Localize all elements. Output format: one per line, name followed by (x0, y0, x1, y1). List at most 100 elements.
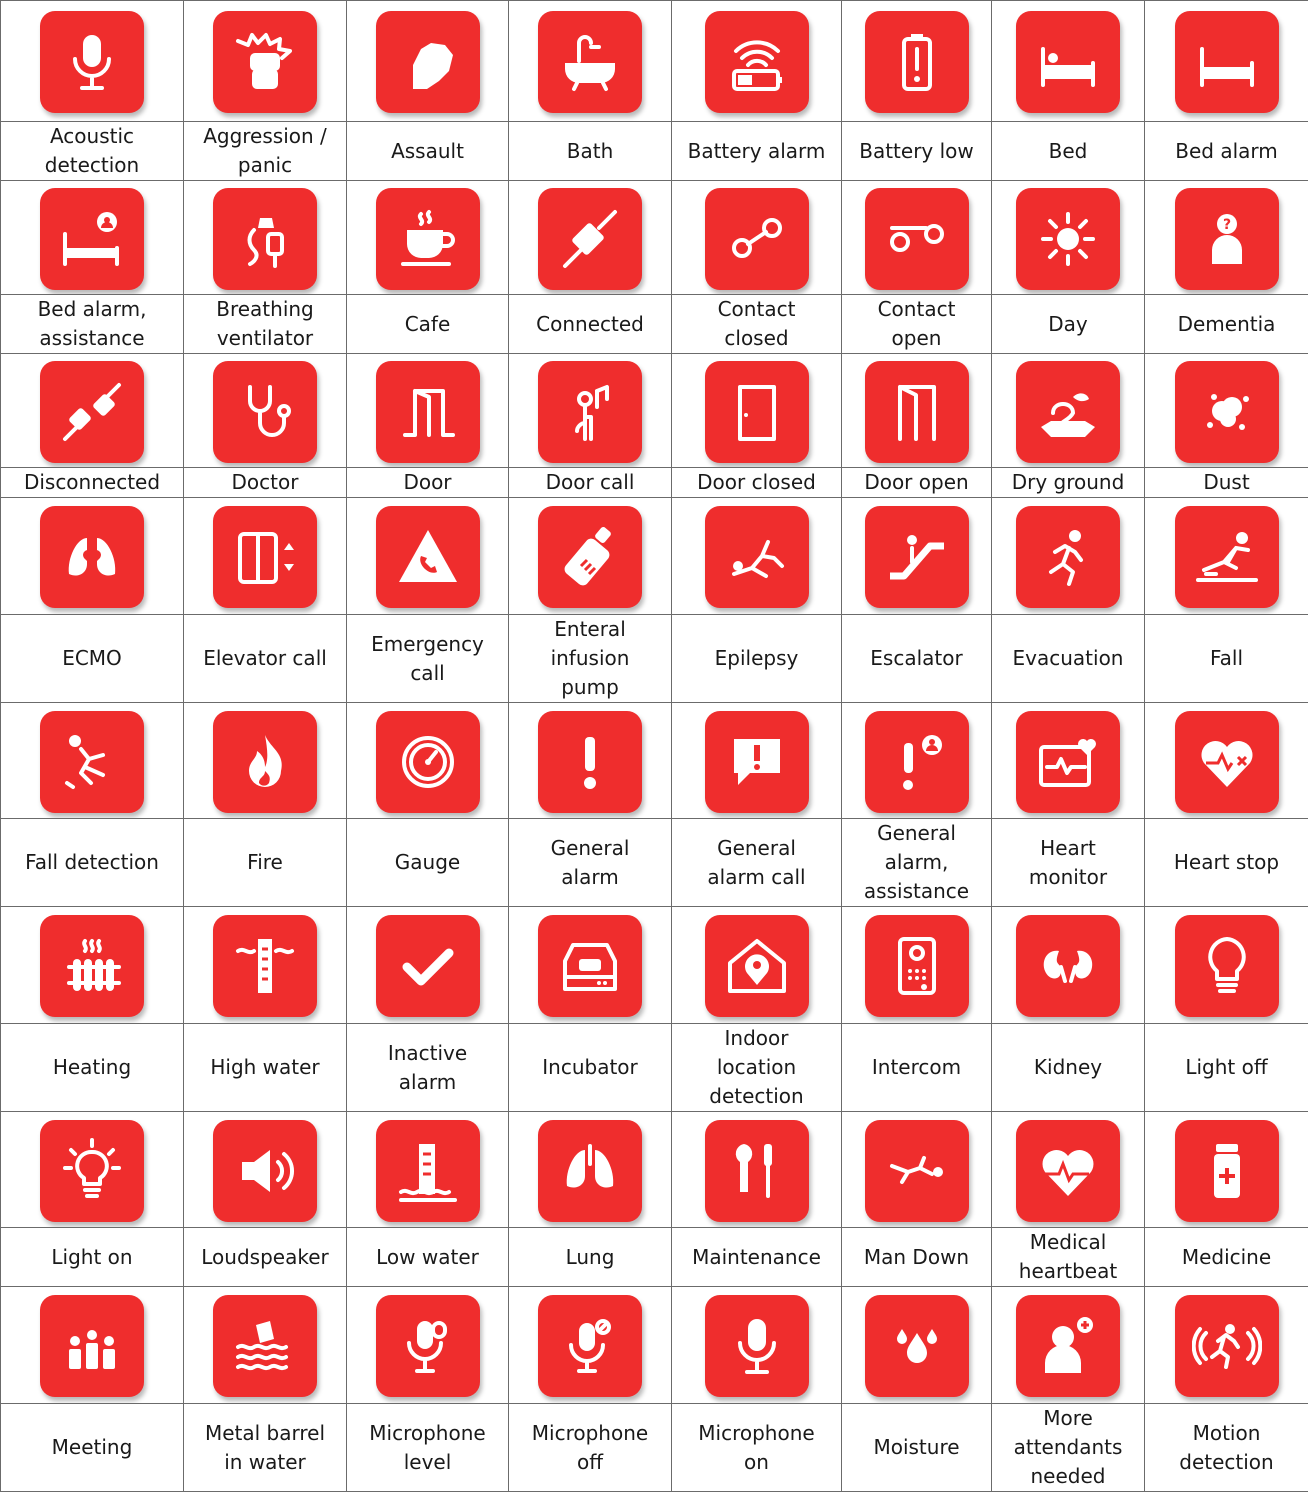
meeting-icon (40, 1295, 144, 1397)
icon-cell (1144, 1286, 1308, 1404)
icon-cell (346, 906, 509, 1024)
icon-label: Heart monitor (991, 818, 1145, 907)
icon-label: Evacuation (991, 614, 1145, 703)
bed-icon (1174, 11, 1279, 113)
bulb-off-icon (1174, 915, 1279, 1017)
icon-label: More attendants needed (991, 1403, 1145, 1492)
icon-label: Moisture (841, 1403, 992, 1492)
icon-cell (183, 906, 347, 1024)
icon-cell (183, 1286, 347, 1404)
label-row: Heating High water Inactive alarm Incubator… (0, 1023, 1308, 1112)
icon-cell (346, 180, 509, 295)
exclamation-icon (538, 710, 642, 813)
icon-table: Acoustic detection Aggression / panic Assa… (0, 0, 1308, 1492)
icon-label: Intercom (841, 1023, 992, 1112)
icon-label: Fall detection (0, 818, 184, 907)
icon-cell (0, 497, 184, 615)
sun-icon (1016, 187, 1120, 290)
icon-cell (346, 1111, 509, 1228)
icon-label: Microphone level (346, 1403, 509, 1492)
icon-cell (508, 906, 672, 1024)
icon-label: Meeting (0, 1403, 184, 1492)
icon-label: Bed alarm, assistance (0, 294, 184, 354)
icon-label: Dust (1144, 467, 1308, 498)
icon-cell (1144, 0, 1308, 122)
incubator-icon (538, 915, 642, 1017)
icon-label: Battery alarm (671, 121, 842, 181)
ventilator-icon (213, 187, 317, 290)
icon-cell (841, 1111, 992, 1228)
icon-label: Connected (508, 294, 672, 354)
exclamation-bubble-icon (704, 710, 809, 813)
icon-label: Door open (841, 467, 992, 498)
icon-cell (0, 353, 184, 468)
contact-closed-icon (704, 187, 809, 290)
icon-cell (0, 702, 184, 819)
icon-label: Bath (508, 121, 672, 181)
icon-cell (671, 1286, 842, 1404)
droplets-icon (864, 1295, 969, 1397)
icon-label: Maintenance (671, 1227, 842, 1287)
label-row: Light on Loudspeaker Low water Lung Maintena… (0, 1227, 1308, 1287)
icon-label: Fire (183, 818, 347, 907)
icon-label: Microphone off (508, 1403, 672, 1492)
icon-label: High water (183, 1023, 347, 1112)
icon-row (0, 702, 1308, 819)
icon-row (0, 906, 1308, 1024)
icon-label: Epilepsy (671, 614, 842, 703)
lungs-heart-icon (40, 506, 144, 608)
tools-icon (704, 1119, 809, 1222)
icon-label: Contact open (841, 294, 992, 354)
label-row: ECMO Elevator call Emergency call Enteral i… (0, 614, 1308, 703)
icon-cell (991, 702, 1145, 819)
icon-cell (991, 353, 1145, 468)
icon-cell (0, 180, 184, 295)
icon-cell (841, 906, 992, 1024)
icon-label: Aggression / panic (183, 121, 347, 181)
icon-cell (0, 1111, 184, 1228)
icon-label: Medical heartbeat (991, 1227, 1145, 1287)
icon-cell (346, 0, 509, 122)
gauge-icon (375, 710, 480, 813)
icon-cell (183, 353, 347, 468)
icon-cell (183, 180, 347, 295)
icon-label: Metal barrel in water (183, 1403, 347, 1492)
icon-cell (346, 702, 509, 819)
heart-monitor-icon (1016, 710, 1120, 813)
icon-label: Escalator (841, 614, 992, 703)
heart-stop-icon (1174, 710, 1279, 813)
label-row: Bed alarm, assistance Breathing ventilato… (0, 294, 1308, 354)
speaker-icon (213, 1119, 317, 1222)
icon-label: Low water (346, 1227, 509, 1287)
exclamation-person-icon (864, 710, 969, 813)
contact-open-icon (864, 187, 969, 290)
icon-label: Cafe (346, 294, 509, 354)
icon-label: Man Down (841, 1227, 992, 1287)
icon-label: Bed alarm (1144, 121, 1308, 181)
icon-row (0, 353, 1308, 468)
icon-cell (991, 1111, 1145, 1228)
label-row: Fall detection Fire Gauge General alarm Gene… (0, 818, 1308, 907)
bathtub-icon (538, 11, 642, 113)
icon-cell (508, 353, 672, 468)
icon-label: Contact closed (671, 294, 842, 354)
icon-cell (841, 180, 992, 295)
icon-cell (508, 1286, 672, 1404)
seizure-icon (704, 506, 809, 608)
icon-cell (346, 1286, 509, 1404)
icon-cell (841, 353, 992, 468)
icon-row (0, 497, 1308, 615)
icon-cell (671, 906, 842, 1024)
icon-cell (841, 497, 992, 615)
lungs-icon (538, 1119, 642, 1222)
icon-cell (508, 1111, 672, 1228)
icon-cell (183, 1111, 347, 1228)
man-down-icon (864, 1119, 969, 1222)
fire-icon (213, 710, 317, 813)
door-open-icon (864, 360, 969, 463)
icon-cell: ? (1144, 180, 1308, 295)
microphone-level-icon (375, 1295, 480, 1397)
heartbeat-icon (1016, 1119, 1120, 1222)
pill-bottle-icon (1174, 1119, 1279, 1222)
icon-label: Heart stop (1144, 818, 1308, 907)
